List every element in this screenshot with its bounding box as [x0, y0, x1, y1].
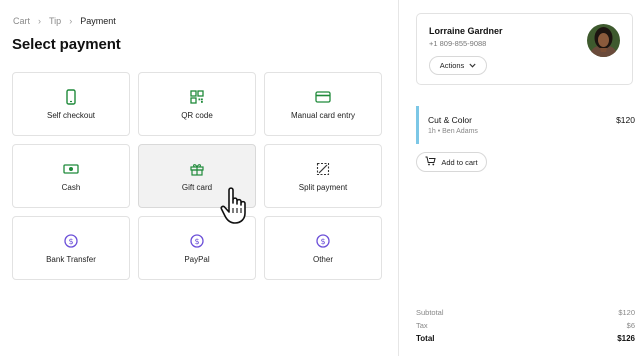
payment-option-label: Other	[312, 254, 333, 264]
subtotal-label: Subtotal	[416, 308, 444, 317]
tax-value: $6	[626, 321, 635, 330]
customer-card: Lorraine Gardner +1 809-855-9088 Actions	[416, 13, 633, 85]
total-value: $126	[617, 334, 635, 343]
credit-card-icon	[315, 89, 331, 105]
payment-option-label: PayPal	[184, 254, 210, 264]
customer-phone: +1 809-855-9088	[429, 39, 487, 48]
page-title: Select payment	[12, 36, 121, 53]
payment-option-label: Self checkout	[46, 110, 96, 120]
payment-option-other[interactable]: $ Other	[264, 216, 382, 280]
payment-option-split-payment[interactable]: Split payment	[264, 144, 382, 208]
tax-label: Tax	[416, 321, 428, 330]
hand-cursor-icon	[220, 187, 246, 224]
add-to-cart-label: Add to cart	[441, 157, 478, 167]
cart-item-details: 1h • Ben Adams	[428, 128, 478, 135]
actions-button[interactable]: Actions	[429, 56, 487, 75]
dollar-circle-icon: $	[315, 233, 331, 249]
cart-item-name: Cut & Color	[428, 115, 472, 125]
split-icon	[315, 161, 331, 177]
total-label: Total	[416, 334, 435, 343]
payment-option-label: Gift card	[181, 182, 213, 192]
cart-item-price: $120	[616, 115, 635, 125]
svg-text:$: $	[194, 237, 199, 246]
breadcrumb: Cart › Tip › Payment	[13, 16, 116, 26]
tax-row: Tax $6	[416, 321, 635, 334]
cart-panel: Lorraine Gardner +1 809-855-9088 Actions…	[398, 0, 640, 356]
actions-label: Actions	[439, 61, 465, 70]
dollar-circle-icon: $	[189, 233, 205, 249]
payment-option-label: Split payment	[298, 182, 348, 192]
breadcrumb-cart[interactable]: Cart	[13, 16, 30, 26]
payment-option-qr-code[interactable]: QR code	[138, 72, 256, 136]
total-row: Total $126	[416, 334, 635, 347]
gift-icon	[189, 161, 205, 177]
qr-code-icon	[189, 89, 205, 105]
breadcrumb-separator: ›	[38, 16, 42, 26]
svg-text:$: $	[68, 237, 73, 246]
cart-plus-icon	[425, 156, 436, 168]
phone-icon	[63, 88, 79, 105]
order-totals: Subtotal $120 Tax $6 Total $126	[416, 308, 635, 347]
payment-option-manual-card-entry[interactable]: Manual card entry	[264, 72, 382, 136]
svg-text:$: $	[320, 237, 325, 246]
payment-option-self-checkout[interactable]: Self checkout	[12, 72, 130, 136]
add-to-cart-button[interactable]: Add to cart	[416, 152, 487, 172]
breadcrumb-tip[interactable]: Tip	[49, 16, 61, 26]
customer-name: Lorraine Gardner	[429, 26, 503, 36]
subtotal-row: Subtotal $120	[416, 308, 635, 321]
avatar[interactable]	[587, 24, 620, 57]
payment-option-cash[interactable]: Cash	[12, 144, 130, 208]
payment-option-label: Bank Transfer	[46, 254, 96, 264]
dollar-circle-icon: $	[63, 233, 79, 249]
payment-method-grid: Self checkout QR code Manual card entry …	[12, 72, 382, 280]
payment-option-label: QR code	[181, 110, 213, 120]
breadcrumb-separator: ›	[69, 16, 73, 26]
payment-option-bank-transfer[interactable]: $ Bank Transfer	[12, 216, 130, 280]
cart-item[interactable]: Cut & Color 1h • Ben Adams $120	[416, 106, 635, 144]
payment-option-label: Manual card entry	[290, 110, 356, 120]
chevron-down-icon	[469, 61, 476, 70]
payment-option-label: Cash	[61, 182, 81, 192]
cash-icon	[63, 161, 79, 177]
breadcrumb-payment: Payment	[80, 16, 116, 26]
payment-panel: Cart › Tip › Payment Select payment Self…	[0, 0, 398, 356]
subtotal-value: $120	[618, 308, 635, 317]
